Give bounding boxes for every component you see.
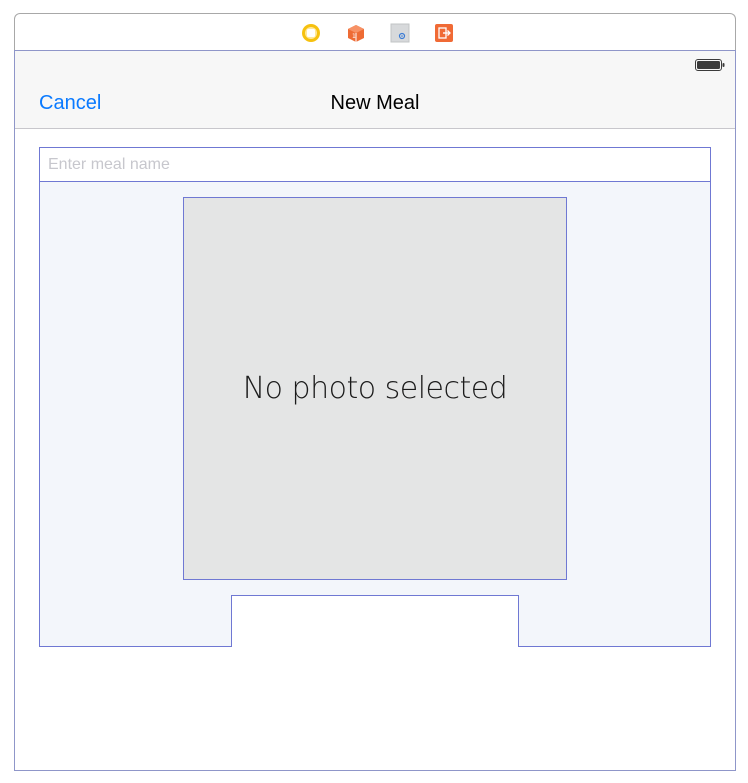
navigation-bar: Cancel New Meal [15,51,735,129]
scene-dock: 1 [14,13,736,51]
meal-name-input[interactable] [40,148,710,181]
no-photo-label: No photo selected [242,371,508,406]
scene-frame: Cancel New Meal No photo selected [14,50,736,771]
view-controller-icon[interactable] [301,23,321,43]
first-responder-icon[interactable]: 1 [346,23,366,43]
svg-text:1: 1 [352,33,356,40]
exit-icon[interactable] [434,23,454,43]
storyboard-entry-icon[interactable] [390,23,410,43]
rating-control[interactable] [231,595,519,647]
nav-title: New Meal [330,92,420,114]
meal-name-field[interactable] [40,148,710,182]
photo-image-view[interactable]: No photo selected [183,197,567,580]
battery-icon [695,58,725,71]
stack-view: No photo selected [39,147,711,647]
